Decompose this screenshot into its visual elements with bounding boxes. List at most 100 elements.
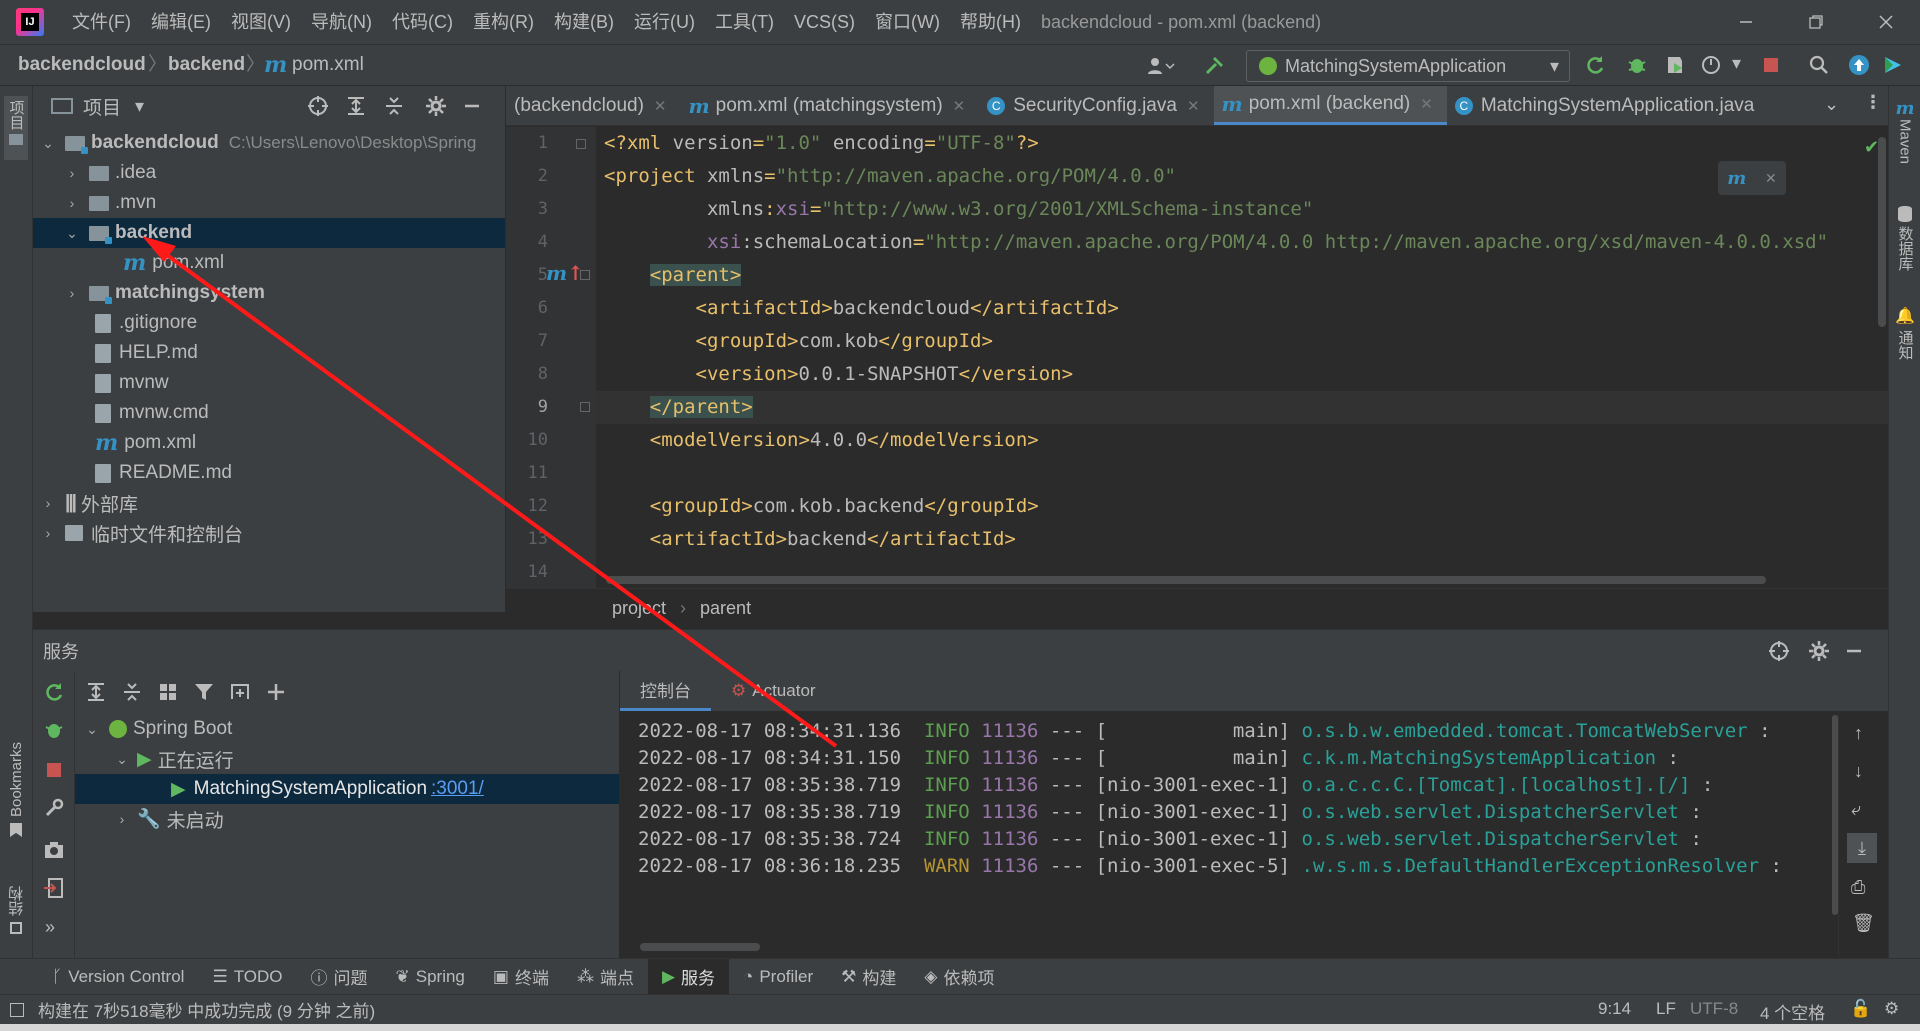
build-hammer-icon[interactable] bbox=[1202, 54, 1226, 78]
console-output[interactable]: 2022-08-17 08:34:31.136 INFO 11136 --- [… bbox=[620, 711, 1838, 958]
tool-build[interactable]: ⚒ 构建 bbox=[827, 959, 910, 995]
close-icon[interactable]: ✕ bbox=[1765, 170, 1777, 187]
login-icon[interactable] bbox=[43, 877, 65, 899]
service-node-spring-boot[interactable]: ⌄ Spring Boot bbox=[75, 714, 619, 744]
bookmarks-tool-tab[interactable]: Bookmarks bbox=[4, 742, 28, 838]
breadcrumb-project[interactable]: backendcloud bbox=[18, 45, 146, 85]
menu-file[interactable]: 文件(F) bbox=[62, 0, 141, 44]
tab-console[interactable]: 控制台 bbox=[620, 671, 711, 711]
tree-node-mvn[interactable]: › .mvn bbox=[33, 188, 505, 218]
tree-node-backend[interactable]: ⌄ backend bbox=[33, 218, 505, 248]
more-options-icon[interactable]: ⋮ bbox=[1864, 92, 1882, 113]
service-node-running[interactable]: ⌄ ▶ 正在运行 bbox=[75, 744, 619, 774]
tab-security-config[interactable]: C SecurityConfig.java ✕ bbox=[979, 86, 1213, 125]
tree-node-mvnw[interactable]: mvnw bbox=[33, 368, 505, 398]
tree-node-gitignore[interactable]: .gitignore bbox=[33, 308, 505, 338]
soft-wrap-icon[interactable]: ⤶ bbox=[1851, 799, 1861, 820]
hide-panel-icon[interactable] bbox=[1843, 640, 1865, 662]
tree-node-readme[interactable]: README.md bbox=[33, 458, 505, 488]
horizontal-scrollbar[interactable] bbox=[606, 576, 1766, 584]
horizontal-scrollbar[interactable] bbox=[640, 943, 760, 951]
stop-icon[interactable] bbox=[1760, 54, 1782, 76]
tree-node-external-libs[interactable]: › ||| 外部库 bbox=[33, 488, 505, 518]
close-icon[interactable]: ✕ bbox=[953, 97, 966, 115]
tree-node-scratches[interactable]: › 临时文件和控制台 bbox=[33, 518, 505, 548]
run-configuration-select[interactable]: MatchingSystemApplication ▾ bbox=[1246, 50, 1570, 82]
indent-setting[interactable]: 4 个空格 bbox=[1760, 999, 1825, 1024]
code-with-me-icon[interactable] bbox=[1882, 54, 1904, 76]
profile-icon[interactable] bbox=[1700, 54, 1722, 76]
gear-icon[interactable] bbox=[425, 95, 447, 117]
caret-position[interactable]: 9:14 bbox=[1598, 999, 1631, 1019]
tool-endpoints[interactable]: ⁂ 端点 bbox=[563, 959, 648, 995]
tool-profiler[interactable]: ◔ Profiler bbox=[729, 959, 827, 995]
close-icon[interactable]: ✕ bbox=[1420, 95, 1433, 113]
tree-node-backend-pom[interactable]: m pom.xml bbox=[33, 248, 505, 278]
close-window-button[interactable] bbox=[1856, 0, 1916, 44]
tool-version-control[interactable]: ᚴ Version Control bbox=[38, 959, 198, 995]
service-node-not-started[interactable]: › 🔧 未启动 bbox=[75, 804, 619, 834]
tool-spring[interactable]: ❦ Spring bbox=[382, 959, 479, 995]
gear-icon[interactable] bbox=[1808, 640, 1830, 662]
tree-node-matchingsystem[interactable]: › matchingsystem bbox=[33, 278, 505, 308]
project-tool-tab[interactable]: 项目 bbox=[4, 96, 28, 160]
camera-icon[interactable] bbox=[43, 839, 65, 861]
tab-actuator[interactable]: ⚙ Actuator bbox=[711, 671, 836, 711]
close-icon[interactable]: ✕ bbox=[1187, 97, 1200, 115]
structure-tool-tab[interactable]: 结构 bbox=[4, 886, 28, 934]
debug-icon[interactable] bbox=[1626, 54, 1648, 76]
collapse-all-icon[interactable] bbox=[383, 95, 405, 117]
menu-refactor[interactable]: 重构(R) bbox=[463, 0, 544, 44]
menu-build[interactable]: 构建(B) bbox=[544, 0, 624, 44]
menu-run[interactable]: 运行(U) bbox=[624, 0, 705, 44]
fold-icon[interactable] bbox=[580, 402, 590, 412]
expand-all-icon[interactable] bbox=[85, 681, 107, 703]
tool-todo[interactable]: ☰ TODO bbox=[198, 959, 296, 995]
more-run-options-icon[interactable]: ▾ bbox=[1732, 53, 1741, 74]
menu-edit[interactable]: 编辑(E) bbox=[141, 0, 221, 44]
new-tab-icon[interactable] bbox=[229, 681, 251, 703]
port-link[interactable]: :3001/ bbox=[431, 778, 484, 800]
maven-parent-marker-icon[interactable]: m↑ bbox=[546, 261, 584, 285]
status-message[interactable]: 构建在 7秒518毫秒 中成功完成 (9 分钟 之前) bbox=[38, 997, 375, 1022]
user-icon[interactable] bbox=[1140, 55, 1180, 77]
hide-panel-icon[interactable] bbox=[461, 95, 483, 117]
maven-reload-icon[interactable]: m bbox=[1727, 168, 1746, 189]
arrow-up-icon[interactable]: ↑ bbox=[1854, 723, 1863, 744]
print-icon[interactable]: ⎙ bbox=[1851, 877, 1865, 898]
project-panel-title[interactable]: 项目 bbox=[83, 93, 121, 120]
rerun-icon[interactable] bbox=[43, 681, 65, 703]
tool-dependencies[interactable]: ◈ 依赖项 bbox=[910, 959, 1008, 995]
tree-node-backendcloud[interactable]: ⌄ backendcloud C:\Users\Lenovo\Desktop\S… bbox=[33, 128, 505, 158]
notifications-tool-tab[interactable]: 🔔 通知 bbox=[1893, 306, 1917, 360]
menu-window[interactable]: 窗口(W) bbox=[865, 0, 950, 44]
tab-backendcloud-pom[interactable]: (backendcloud) ✕ bbox=[506, 86, 681, 125]
view-mode-dropdown-icon[interactable]: ▾ bbox=[135, 96, 144, 117]
breadcrumb-parent[interactable]: parent bbox=[700, 598, 751, 619]
file-encoding[interactable]: UTF-8 bbox=[1690, 999, 1738, 1019]
minimize-button[interactable] bbox=[1716, 0, 1776, 44]
breadcrumb-module[interactable]: backend bbox=[168, 45, 245, 85]
tool-terminal[interactable]: ▣ 终端 bbox=[479, 959, 563, 995]
fold-icon[interactable] bbox=[580, 270, 590, 280]
tab-backend-pom[interactable]: m pom.xml (backend) ✕ bbox=[1213, 86, 1447, 125]
arrow-down-icon[interactable]: ↓ bbox=[1854, 761, 1863, 782]
scroll-to-end-icon[interactable]: ⤓ bbox=[1847, 833, 1877, 863]
menu-vcs[interactable]: VCS(S) bbox=[784, 0, 865, 44]
code-editor[interactable]: <?xml version="1.0" encoding="UTF-8"?> <p… bbox=[596, 127, 1888, 588]
breadcrumb-file[interactable]: pom.xml bbox=[292, 45, 364, 85]
menu-code[interactable]: 代码(C) bbox=[382, 0, 463, 44]
menu-view[interactable]: 视图(V) bbox=[221, 0, 301, 44]
maven-tool-tab[interactable]: m Maven bbox=[1893, 98, 1917, 164]
tool-services[interactable]: ▶ 服务 bbox=[647, 958, 730, 995]
tool-problems[interactable]: ⓘ 问题 bbox=[297, 959, 382, 995]
breadcrumb-project[interactable]: project bbox=[612, 598, 666, 619]
expand-toolbar-icon[interactable]: » bbox=[45, 917, 55, 938]
tree-node-idea[interactable]: › .idea bbox=[33, 158, 505, 188]
fold-icon[interactable] bbox=[576, 139, 586, 149]
line-separator[interactable]: LF bbox=[1656, 999, 1676, 1019]
trash-icon[interactable]: 🗑 bbox=[1852, 913, 1875, 934]
debug-icon[interactable] bbox=[43, 719, 65, 741]
lock-icon[interactable]: 🔓 bbox=[1850, 999, 1871, 1019]
restore-button[interactable] bbox=[1786, 0, 1846, 44]
